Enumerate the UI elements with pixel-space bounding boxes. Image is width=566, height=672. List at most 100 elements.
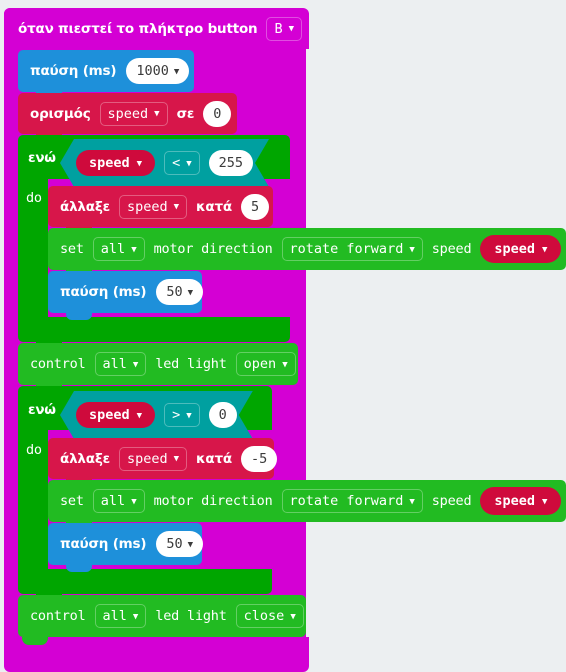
pause-value-field-2[interactable]: 50 ▼ [156, 279, 204, 305]
chevron-down-icon: ▼ [186, 410, 192, 421]
led-target-value-open: all [102, 356, 127, 372]
led-control-block-open[interactable]: control all ▼ led light open ▼ [18, 343, 298, 385]
set-value: 0 [213, 105, 222, 122]
chevron-down-icon: ▼ [132, 611, 139, 622]
set-label: ορισμός [30, 105, 91, 122]
led-state-dropdown-open[interactable]: open ▼ [235, 352, 296, 376]
variable-dropdown-change-1[interactable]: speed ▼ [118, 194, 187, 219]
do-label-2: do [26, 442, 42, 458]
comparison-hex-1[interactable]: speed ▼ < ▼ 255 [60, 139, 269, 187]
variable-reporter-label: speed [89, 407, 130, 423]
operator-value-2: > [172, 407, 181, 423]
comparison-block-2[interactable]: speed ▼ > ▼ 0 [60, 391, 253, 439]
pause-block-3[interactable]: παύση (ms) 50 ▼ [48, 523, 204, 565]
do-label-1: do [26, 190, 42, 206]
change-label-2: άλλαξε [60, 450, 110, 467]
variable-reporter-label: speed [494, 241, 536, 257]
event-block-header[interactable]: όταν πιεστεί το πλήκτρο button B ▼ [4, 8, 309, 49]
change-value-2: -5 [250, 450, 268, 467]
block-notch [66, 565, 92, 572]
change-value-1: 5 [250, 198, 260, 215]
variable-reporter-speed-2[interactable]: speed ▼ [76, 402, 155, 428]
motor-direction-value-1: rotate forward [289, 241, 404, 257]
change-variable-block-1[interactable]: άλλαξε speed ▼ κατά 5 [48, 186, 273, 227]
motor-target-dropdown-2[interactable]: all ▼ [92, 489, 145, 513]
motor-target-dropdown-1[interactable]: all ▼ [92, 237, 145, 261]
set-value-field[interactable]: 0 [203, 100, 232, 127]
variable-dropdown-set[interactable]: speed ▼ [99, 101, 168, 126]
led-light-label-close: led light [155, 608, 227, 624]
pause-label-3: παύση (ms) [60, 536, 147, 552]
led-state-value-open: open [243, 356, 277, 372]
while-block-1-bottom-arm[interactable] [18, 317, 290, 342]
motor-direction-block-2[interactable]: set all ▼ motor direction rotate forward… [48, 480, 566, 522]
variable-name: speed [126, 198, 168, 215]
variable-reporter-label: speed [494, 493, 536, 509]
led-state-value-close: close [243, 608, 285, 624]
chevron-down-icon: ▼ [136, 159, 143, 169]
change-value-field-1[interactable]: 5 [240, 193, 270, 220]
pause-value-field-3[interactable]: 50 ▼ [156, 531, 204, 557]
change-by-label-1: κατά [196, 198, 232, 215]
comparison-hex-2[interactable]: speed ▼ > ▼ 0 [60, 391, 253, 439]
pause-value-3: 50 [166, 536, 183, 552]
chevron-down-icon: ▼ [290, 611, 296, 622]
pause-value-1: 1000 [136, 63, 169, 79]
led-target-dropdown-close[interactable]: all ▼ [94, 604, 147, 628]
led-light-label-open: led light [155, 356, 227, 372]
comparison-right-value-field-1[interactable]: 255 [209, 150, 253, 176]
event-block-footer[interactable] [4, 637, 309, 672]
variable-dropdown-change-2[interactable]: speed ▼ [118, 446, 187, 471]
pause-block-1[interactable]: παύση (ms) 1000 ▼ [18, 50, 194, 92]
comparison-right-value-field-2[interactable]: 0 [209, 402, 237, 428]
motor-direction-dropdown-1[interactable]: rotate forward ▼ [281, 237, 423, 261]
button-select-dropdown[interactable]: B ▼ [266, 16, 303, 41]
change-label-1: άλλαξε [60, 198, 110, 215]
chevron-down-icon: ▼ [187, 540, 194, 550]
footer-notch [22, 637, 48, 645]
while-label-1: ενώ [28, 150, 56, 166]
chevron-down-icon: ▼ [131, 496, 137, 507]
set-variable-block[interactable]: ορισμός speed ▼ σε 0 [18, 93, 237, 134]
change-value-field-2[interactable]: -5 [240, 445, 278, 472]
change-by-label-2: κατά [196, 450, 232, 467]
variable-reporter-speed-motor-1[interactable]: speed ▼ [480, 235, 562, 263]
pause-value-field-1[interactable]: 1000 ▼ [126, 58, 190, 84]
chevron-down-icon: ▼ [173, 67, 180, 77]
chevron-down-icon: ▼ [173, 202, 179, 212]
chevron-down-icon: ▼ [282, 359, 288, 370]
led-control-block-close[interactable]: control all ▼ led light close ▼ [18, 595, 306, 637]
variable-reporter-speed-motor-2[interactable]: speed ▼ [480, 487, 562, 515]
operator-dropdown-2[interactable]: > ▼ [164, 403, 200, 427]
chevron-down-icon: ▼ [187, 288, 194, 298]
chevron-down-icon: ▼ [409, 244, 415, 255]
change-variable-block-2[interactable]: άλλαξε speed ▼ κατά -5 [48, 438, 278, 479]
comparison-block-1[interactable]: speed ▼ < ▼ 255 [60, 139, 269, 187]
pause-label-2: παύση (ms) [60, 284, 147, 300]
block-notch [66, 313, 92, 320]
event-block-label: όταν πιεστεί το πλήκτρο button [18, 20, 258, 37]
operator-dropdown-1[interactable]: < ▼ [164, 151, 200, 175]
motor-direction-dropdown-2[interactable]: rotate forward ▼ [281, 489, 423, 513]
set-to-label: σε [176, 105, 195, 122]
variable-name: speed [126, 450, 168, 467]
motor-set-label-1: set [60, 241, 84, 257]
variable-name: speed [107, 105, 149, 122]
chevron-down-icon: ▼ [542, 245, 548, 255]
led-target-dropdown-open[interactable]: all ▼ [94, 352, 147, 376]
button-select-value: B [274, 20, 283, 37]
pause-block-2[interactable]: παύση (ms) 50 ▼ [48, 271, 204, 313]
motor-target-value-1: all [100, 241, 126, 257]
blockly-workspace[interactable]: όταν πιεστεί το πλήκτρο button B ▼ παύση… [0, 0, 566, 672]
pause-value-2: 50 [166, 284, 183, 300]
motor-direction-label-2: motor direction [153, 493, 273, 509]
variable-reporter-label: speed [89, 155, 130, 171]
motor-speed-label-1: speed [431, 241, 472, 257]
variable-reporter-speed-1[interactable]: speed ▼ [76, 150, 155, 176]
chevron-down-icon: ▼ [186, 158, 192, 169]
while-block-2-bottom-arm[interactable] [18, 569, 272, 594]
chevron-down-icon: ▼ [542, 497, 548, 507]
motor-direction-block-1[interactable]: set all ▼ motor direction rotate forward… [48, 228, 566, 270]
led-target-value-close: all [102, 608, 127, 624]
led-state-dropdown-close[interactable]: close ▼ [235, 604, 304, 628]
